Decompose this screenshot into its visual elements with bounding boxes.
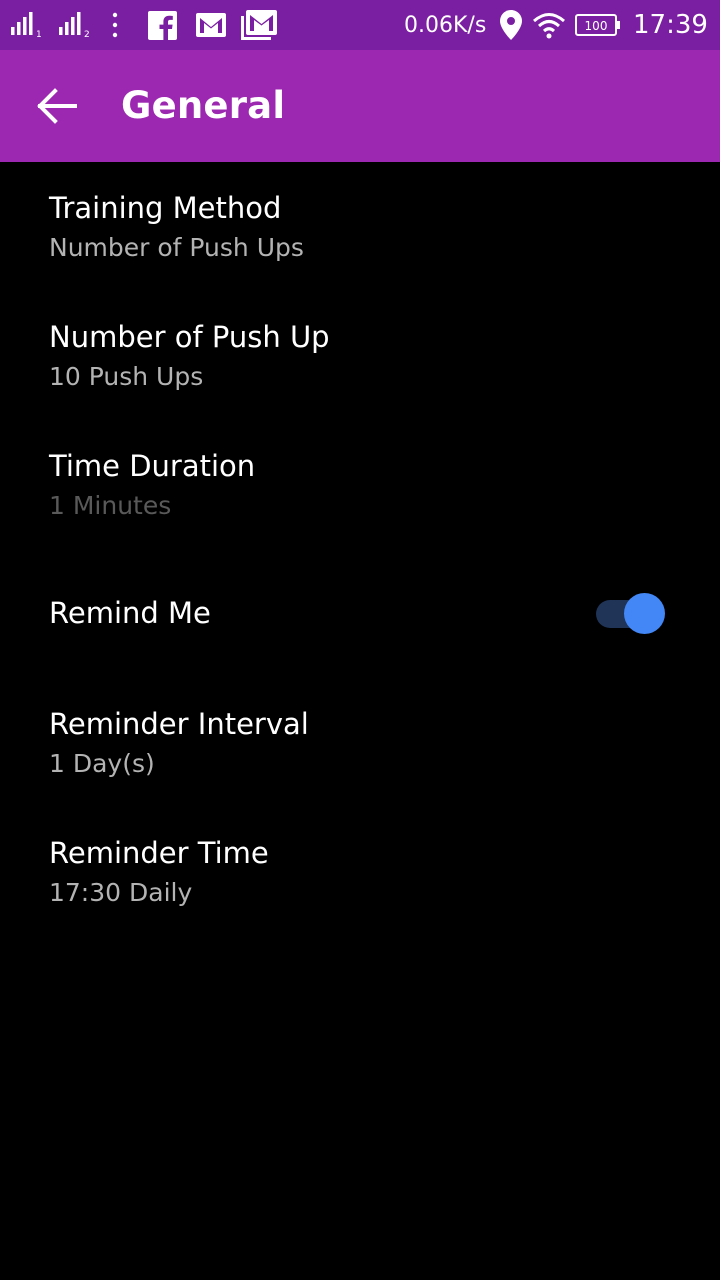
setting-remind-me[interactable]: Remind Me <box>0 549 720 678</box>
setting-title: Training Method <box>49 191 282 225</box>
back-button[interactable] <box>20 70 92 142</box>
wifi-icon <box>532 0 566 50</box>
net-speed-text: 0.06K/s <box>404 12 487 38</box>
setting-reminder-time[interactable]: Reminder Time 17:30 Daily <box>0 807 720 936</box>
battery-level: 100 <box>585 19 608 33</box>
setting-title: Reminder Interval <box>49 707 309 741</box>
net-speed: 0.06K/s <box>404 0 486 50</box>
setting-training-method[interactable]: Training Method Number of Push Ups <box>0 162 720 291</box>
setting-title: Remind Me <box>49 596 211 630</box>
setting-summary: 10 Push Ups <box>49 362 204 391</box>
setting-title: Number of Push Up <box>49 320 330 354</box>
setting-number-of-push-up[interactable]: Number of Push Up 10 Push Ups <box>0 291 720 420</box>
setting-title: Reminder Time <box>49 836 269 870</box>
clock: 17:39 <box>633 0 708 50</box>
app-toolbar: General <box>0 50 720 162</box>
signal-icon: 2 <box>59 0 93 50</box>
switch-thumb <box>624 593 665 634</box>
sim1-label: 1 <box>36 30 42 38</box>
arrow-back-icon <box>37 88 77 124</box>
setting-summary: 1 Day(s) <box>49 749 155 778</box>
gmail-icon <box>196 0 226 50</box>
setting-summary: Number of Push Ups <box>49 233 304 262</box>
status-bar: 1 2 0.06K/s 100 17:39 <box>0 0 720 50</box>
location-icon <box>500 0 522 50</box>
remind-me-switch[interactable] <box>596 593 666 634</box>
clock-text: 17:39 <box>633 10 708 40</box>
battery-icon: 100 <box>575 0 621 50</box>
gmail-icon <box>241 0 277 50</box>
more-vert-icon <box>110 0 120 50</box>
page-title: General <box>121 84 286 127</box>
facebook-icon <box>148 0 177 50</box>
setting-title: Time Duration <box>49 449 256 483</box>
setting-reminder-interval[interactable]: Reminder Interval 1 Day(s) <box>0 678 720 807</box>
setting-time-duration: Time Duration 1 Minutes <box>0 420 720 549</box>
sim2-label: 2 <box>84 30 90 38</box>
signal-icon: 1 <box>11 0 43 50</box>
setting-summary: 17:30 Daily <box>49 878 193 907</box>
setting-summary: 1 Minutes <box>49 491 172 520</box>
